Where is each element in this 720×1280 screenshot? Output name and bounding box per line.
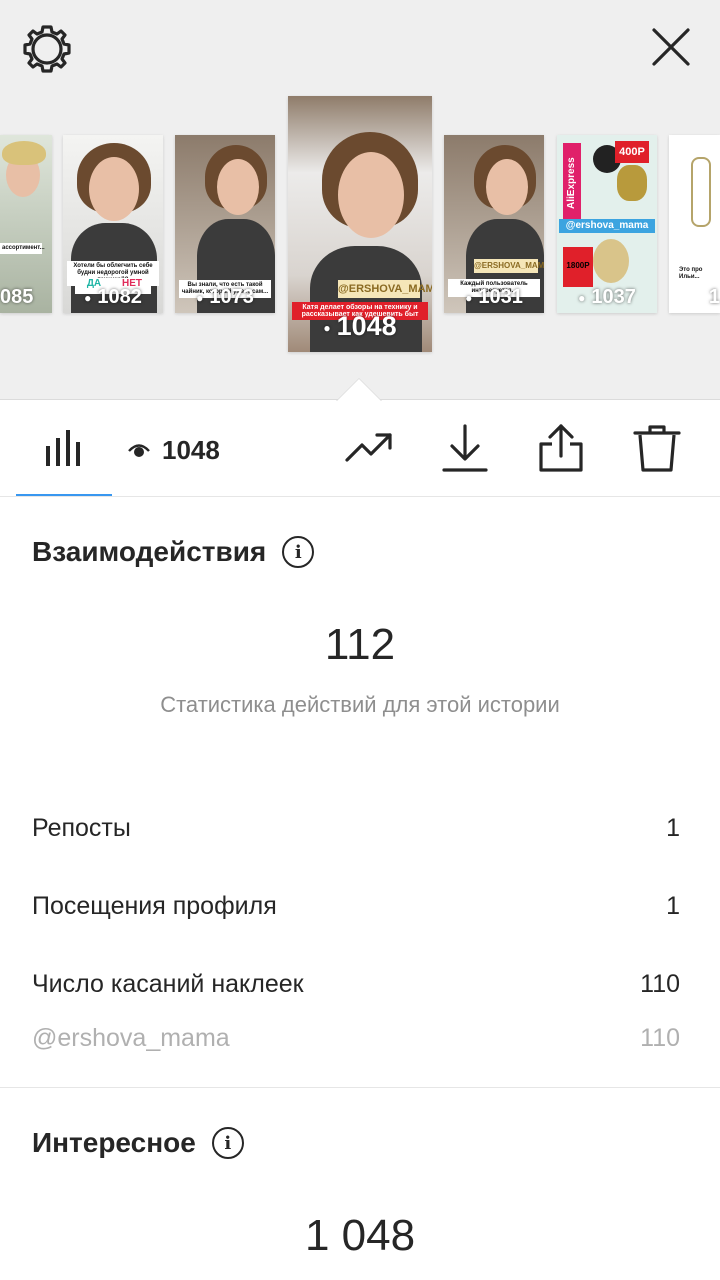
insights-toolbar: 1048 xyxy=(0,400,720,497)
stat-row-profile-visits: Посещения профиля 1 xyxy=(32,892,680,921)
stat-value: 110 xyxy=(640,970,680,998)
product-image xyxy=(617,165,647,201)
stories-strip-area: ассортимент... 085 Хотели бы облегчить с… xyxy=(0,0,720,401)
eye-icon xyxy=(128,444,150,457)
stat-label: Посещения профиля xyxy=(32,892,277,920)
story-thumbnail[interactable]: Это про Ильи... 1 xyxy=(669,135,720,313)
stat-row-sticker-taps: Число касаний наклеек 110 xyxy=(32,970,680,999)
eye-icon: ● xyxy=(465,290,473,305)
close-icon[interactable] xyxy=(648,24,694,70)
mention-sticker: @ershova_mama xyxy=(559,219,655,233)
story-view-count: 085 xyxy=(0,286,34,308)
interactions-subtitle: Статистика действий для этой истории xyxy=(160,692,560,717)
interactions-section-title: Взаимодействия i xyxy=(32,536,315,568)
interactions-title: Взаимодействия xyxy=(32,536,267,567)
story-caption: Это про Ильи... xyxy=(677,265,720,283)
stat-value: 1 xyxy=(666,892,680,920)
interactions-total: 112 xyxy=(324,620,396,669)
mention-sticker: @ERSHOVA_MAMA xyxy=(474,259,544,273)
story-thumbnail[interactable]: Хотели бы облегчить себе будни недорогой… xyxy=(63,135,163,313)
product-image xyxy=(593,239,629,283)
info-icon[interactable]: i xyxy=(211,1127,244,1159)
story-illustration xyxy=(691,157,711,227)
aliexpress-banner: AliExpress xyxy=(563,143,581,223)
story-view-count: ● 1037 xyxy=(578,286,636,308)
story-view-count: ● 1073 xyxy=(196,286,254,308)
discovery-title: Интересное xyxy=(32,1127,196,1158)
info-icon[interactable]: i xyxy=(282,536,315,568)
mention-sticker: @ERSHOVA_MAMA xyxy=(338,280,432,298)
stat-value: 1 xyxy=(666,814,680,842)
bar-chart-icon xyxy=(46,430,80,466)
trash-icon[interactable] xyxy=(632,424,682,474)
selected-story-pointer xyxy=(336,378,382,401)
story-thumbnail[interactable]: AliExpress 400Р @ershova_mama 1800Р ● 103… xyxy=(557,135,657,313)
discovery-total: 1 048 xyxy=(304,1211,416,1260)
trending-up-icon[interactable] xyxy=(344,424,394,474)
eye-icon: ● xyxy=(84,290,92,305)
eye-icon: ● xyxy=(323,320,331,335)
tab-viewers[interactable]: 1048 xyxy=(128,430,220,470)
section-divider xyxy=(0,1087,720,1088)
story-thumbnail[interactable]: Вы знали, что есть такой чайник, который… xyxy=(175,135,275,313)
stat-value: 110 xyxy=(640,1024,680,1052)
price-badge: 1800Р xyxy=(563,247,593,287)
stat-label: Число касаний наклеек xyxy=(32,970,304,998)
eye-icon: ● xyxy=(196,290,204,305)
tab-statistics[interactable] xyxy=(16,400,112,496)
stat-row-reposts: Репосты 1 xyxy=(32,814,680,843)
story-view-count: ● 1031 xyxy=(465,286,523,308)
share-icon[interactable] xyxy=(536,424,586,474)
stat-label: Репосты xyxy=(32,814,131,842)
price-badge: 400Р xyxy=(615,141,649,163)
story-view-count: ● 1082 xyxy=(84,286,142,308)
settings-gear-icon[interactable] xyxy=(22,24,72,74)
viewer-count: 1048 xyxy=(162,434,220,465)
stat-label: @ershova_mama xyxy=(32,1024,230,1052)
download-icon[interactable] xyxy=(440,424,490,474)
stat-row-mention-sticker: @ershova_mama 110 xyxy=(32,1024,680,1053)
discovery-section-title: Интересное i xyxy=(32,1127,244,1159)
story-thumbnail[interactable]: @ERSHOVA_MAMA Каждый пользователь интере… xyxy=(444,135,544,313)
eye-icon: ● xyxy=(578,290,586,305)
story-thumbnail[interactable]: ассортимент... 085 xyxy=(0,135,52,313)
story-caption: ассортимент... xyxy=(0,243,45,254)
story-view-count: ● 1048 xyxy=(323,311,397,341)
story-view-count: 1 xyxy=(708,286,720,308)
story-thumbnail-selected[interactable]: @ERSHOVA_MAMA Катя делает обзоры на техн… xyxy=(288,96,432,352)
